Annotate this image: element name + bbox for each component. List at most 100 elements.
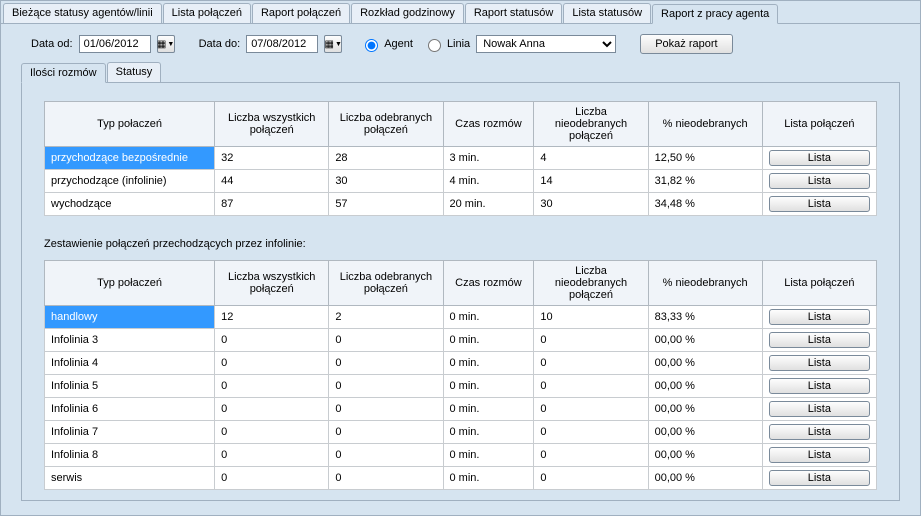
table-row[interactable]: Infolinia 5 0 0 0 min. 0 00,00 % Lista <box>45 375 877 398</box>
cell-type: Infolinia 3 <box>45 329 215 352</box>
cell-time: 0 min. <box>443 398 534 421</box>
cell-type: Infolinia 5 <box>45 375 215 398</box>
list-button[interactable]: Lista <box>769 470 870 486</box>
cell-pct: 31,82 % <box>648 170 762 193</box>
agent-select[interactable]: Nowak Anna <box>476 35 616 53</box>
cell-type: Infolinia 7 <box>45 421 215 444</box>
calendar-icon: ▦ <box>325 39 334 50</box>
list-button[interactable]: Lista <box>769 355 870 371</box>
cell-missed: 4 <box>534 147 648 170</box>
cell-all: 0 <box>215 375 329 398</box>
date-from-picker-button[interactable]: ▦▼ <box>157 35 175 53</box>
list-button[interactable]: Lista <box>769 196 870 212</box>
cell-type: handlowy <box>45 306 215 329</box>
col-header-pct: % nieodebranych <box>648 102 762 147</box>
cell-pct: 83,33 % <box>648 306 762 329</box>
cell-pct: 00,00 % <box>648 352 762 375</box>
cell-time: 0 min. <box>443 421 534 444</box>
tab-call-list[interactable]: Lista połączeń <box>163 3 251 23</box>
cell-missed: 30 <box>534 193 648 216</box>
list-button[interactable]: Lista <box>769 401 870 417</box>
list-button[interactable]: Lista <box>769 173 870 189</box>
tab-agent-work-report[interactable]: Raport z pracy agenta <box>652 4 778 24</box>
cell-all: 0 <box>215 352 329 375</box>
cell-type: Infolinia 8 <box>45 444 215 467</box>
cell-time: 0 min. <box>443 444 534 467</box>
tab-hourly[interactable]: Rozkład godzinowy <box>351 3 464 23</box>
table-row[interactable]: Infolinia 4 0 0 0 min. 0 00,00 % Lista <box>45 352 877 375</box>
cell-answered: 0 <box>329 329 443 352</box>
table-row[interactable]: przychodzące (infolinie) 44 30 4 min. 14… <box>45 170 877 193</box>
cell-time: 20 min. <box>443 193 534 216</box>
list-button[interactable]: Lista <box>769 309 870 325</box>
table-row[interactable]: wychodzące 87 57 20 min. 30 34,48 % List… <box>45 193 877 216</box>
col-header-list: Lista połączeń <box>762 102 876 147</box>
cell-pct: 00,00 % <box>648 444 762 467</box>
cell-time: 0 min. <box>443 306 534 329</box>
cell-all: 0 <box>215 329 329 352</box>
table-row[interactable]: Infolinia 6 0 0 0 min. 0 00,00 % Lista <box>45 398 877 421</box>
tab-call-report[interactable]: Raport połączeń <box>252 3 350 23</box>
table-row[interactable]: serwis 0 0 0 min. 0 00,00 % Lista <box>45 467 877 490</box>
cell-missed: 0 <box>534 329 648 352</box>
col-header-type: Typ połaczeń <box>45 102 215 147</box>
table-row[interactable]: przychodzące bezpośrednie 32 28 3 min. 4… <box>45 147 877 170</box>
show-report-button[interactable]: Pokaż raport <box>640 34 732 54</box>
table-row[interactable]: Infolinia 8 0 0 0 min. 0 00,00 % Lista <box>45 444 877 467</box>
cell-all: 0 <box>215 444 329 467</box>
sub-tab-statuses[interactable]: Statusy <box>107 62 162 82</box>
radio-line-label: Linia <box>447 38 470 50</box>
col-header-missed: Liczba nieodebranych połączeń <box>534 261 648 306</box>
date-from-input[interactable] <box>79 35 151 53</box>
sub-tab-bar: Ilości rozmów Statusy <box>1 62 920 82</box>
radio-agent[interactable] <box>365 39 378 52</box>
date-to-picker-button[interactable]: ▦▼ <box>324 35 342 53</box>
hotlines-table: Typ połaczeń Liczba wszystkich połączeń … <box>44 260 877 490</box>
content-panel: Typ połaczeń Liczba wszystkich połączeń … <box>21 82 900 501</box>
cell-pct: 00,00 % <box>648 398 762 421</box>
list-button[interactable]: Lista <box>769 424 870 440</box>
radio-line[interactable] <box>428 39 441 52</box>
cell-pct: 00,00 % <box>648 329 762 352</box>
cell-all: 87 <box>215 193 329 216</box>
cell-type: Infolinia 4 <box>45 352 215 375</box>
cell-answered: 0 <box>329 421 443 444</box>
radio-agent-label: Agent <box>384 38 413 50</box>
cell-all: 32 <box>215 147 329 170</box>
cell-missed: 0 <box>534 352 648 375</box>
cell-type: przychodzące bezpośrednie <box>45 147 215 170</box>
table-row[interactable]: Infolinia 3 0 0 0 min. 0 00,00 % Lista <box>45 329 877 352</box>
filter-bar: Data od: ▦▼ Data do: ▦▼ Agent Linia Nowa… <box>1 24 920 62</box>
cell-missed: 0 <box>534 444 648 467</box>
date-to-input[interactable] <box>246 35 318 53</box>
cell-type: wychodzące <box>45 193 215 216</box>
col-header-list: Lista połączeń <box>762 261 876 306</box>
table-row[interactable]: handlowy 12 2 0 min. 10 83,33 % Lista <box>45 306 877 329</box>
cell-time: 3 min. <box>443 147 534 170</box>
cell-all: 12 <box>215 306 329 329</box>
cell-answered: 57 <box>329 193 443 216</box>
cell-pct: 34,48 % <box>648 193 762 216</box>
sub-tab-call-counts[interactable]: Ilości rozmów <box>21 63 106 83</box>
tab-current-statuses[interactable]: Bieżące statusy agentów/linii <box>3 3 162 23</box>
list-button[interactable]: Lista <box>769 378 870 394</box>
cell-all: 0 <box>215 467 329 490</box>
date-to-label: Data do: <box>199 38 241 50</box>
tab-status-list[interactable]: Lista statusów <box>563 3 651 23</box>
table-header-row: Typ połaczeń Liczba wszystkich połączeń … <box>45 102 877 147</box>
date-from-label: Data od: <box>31 38 73 50</box>
cell-time: 0 min. <box>443 352 534 375</box>
list-button[interactable]: Lista <box>769 150 870 166</box>
list-button[interactable]: Lista <box>769 332 870 348</box>
tab-status-report[interactable]: Raport statusów <box>465 3 562 23</box>
cell-time: 0 min. <box>443 375 534 398</box>
table-row[interactable]: Infolinia 7 0 0 0 min. 0 00,00 % Lista <box>45 421 877 444</box>
list-button[interactable]: Lista <box>769 447 870 463</box>
cell-all: 0 <box>215 398 329 421</box>
col-header-answered: Liczba odebranych połączeń <box>329 261 443 306</box>
cell-missed: 10 <box>534 306 648 329</box>
cell-answered: 0 <box>329 398 443 421</box>
cell-answered: 0 <box>329 375 443 398</box>
cell-missed: 14 <box>534 170 648 193</box>
cell-type: serwis <box>45 467 215 490</box>
